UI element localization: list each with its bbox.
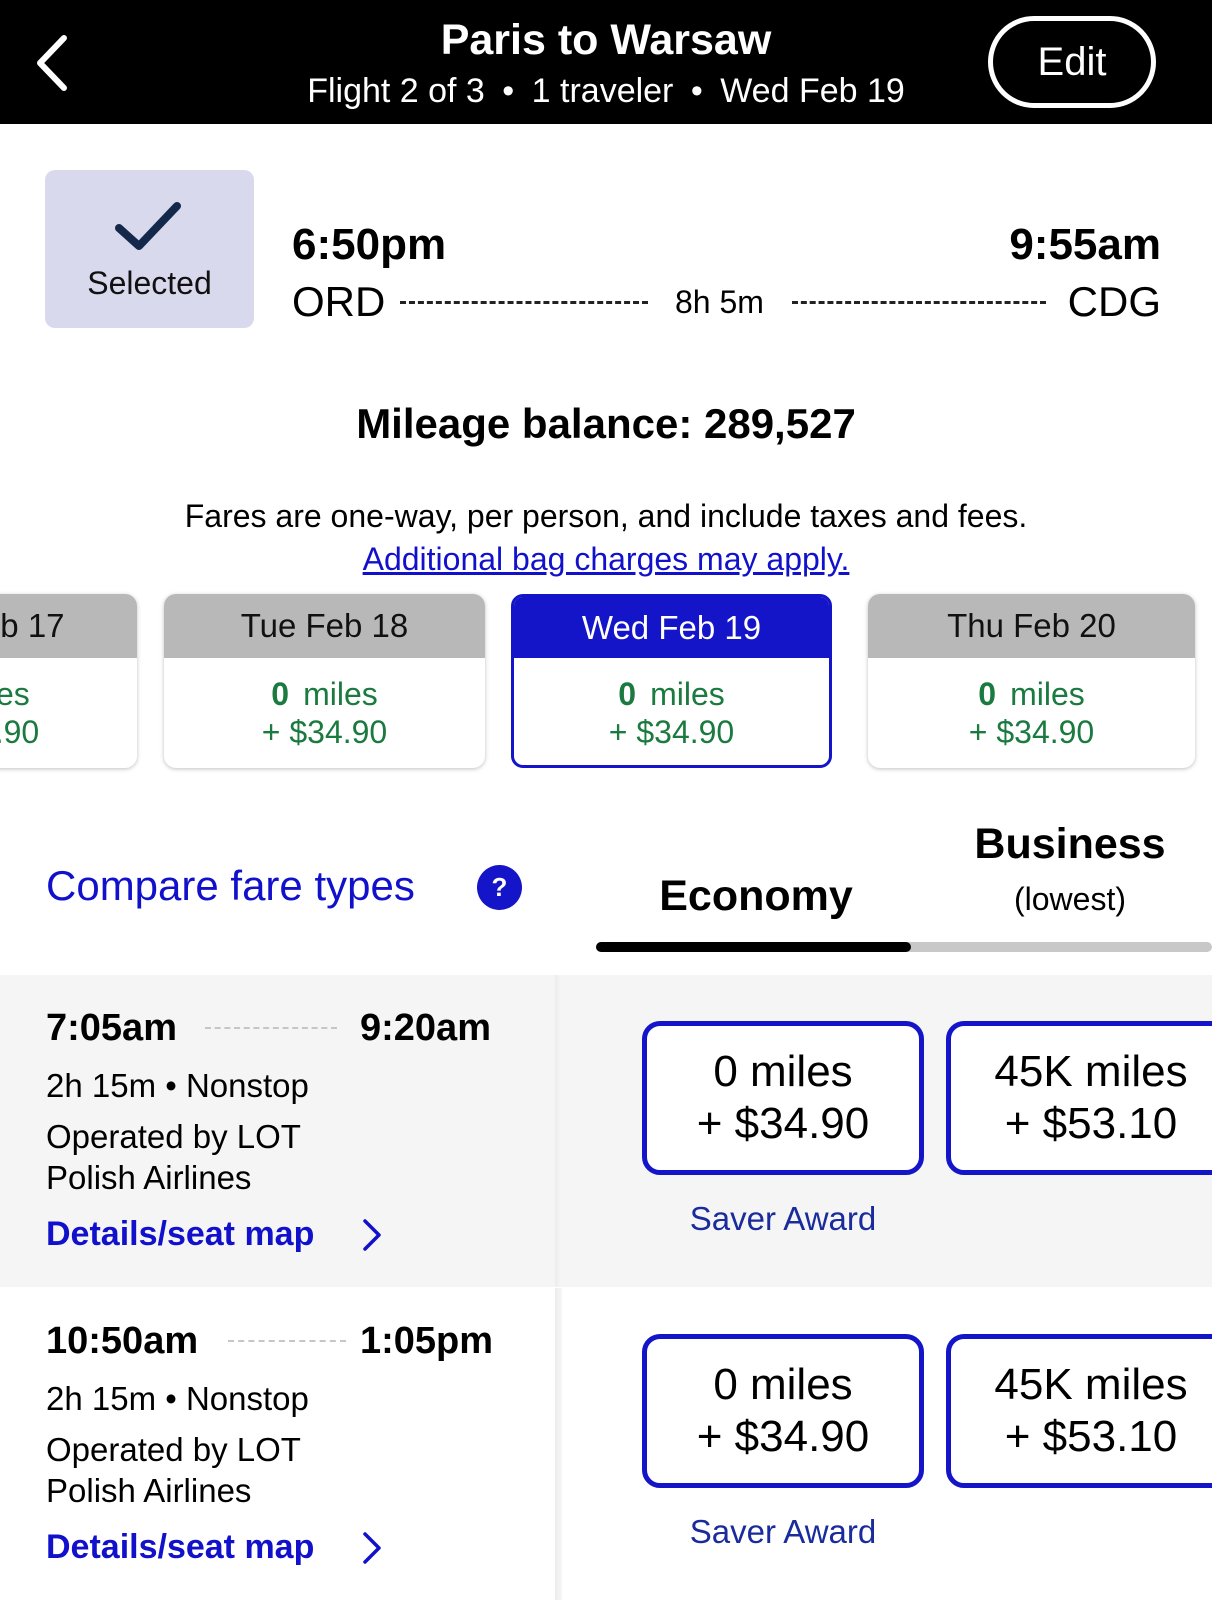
fare-miles: 45K miles xyxy=(994,1360,1188,1410)
fare-options: 0 miles + $34.90 45K miles + $53.10 Save… xyxy=(562,1288,1212,1600)
column-divider xyxy=(555,1288,562,1600)
date-card-price: + $34.90 xyxy=(608,714,735,750)
flight-index: Flight 2 of 3 xyxy=(307,72,485,110)
fare-note: Fares are one-way, per person, and inclu… xyxy=(184,498,1028,534)
selected-label: Selected xyxy=(87,265,212,301)
route-line xyxy=(205,1027,337,1029)
bag-charges-link[interactable]: Additional bag charges may apply. xyxy=(0,541,1212,578)
selected-departure-time: 6:50pm xyxy=(292,220,447,269)
business-fare-button[interactable]: 45K miles + $53.10 xyxy=(946,1334,1212,1488)
saver-award-label: Saver Award xyxy=(689,1200,877,1237)
arrival-time: 9:20am xyxy=(360,1007,491,1049)
selected-duration: 8h 5m xyxy=(675,284,764,320)
operator: Polish Airlines xyxy=(46,1472,252,1509)
departure-time: 7:05am xyxy=(46,1007,177,1049)
date-card-price: + $34.90 xyxy=(968,714,1095,750)
arrival-time: 1:05pm xyxy=(360,1320,494,1362)
edit-button[interactable]: Edit xyxy=(988,16,1156,108)
details-seat-map-link[interactable]: Details/seat map xyxy=(46,1528,314,1567)
flight-row: 7:05am 9:20am 2h 15m • Nonstop Operated … xyxy=(0,975,1212,1287)
selected-arrival-time: 9:55am xyxy=(1009,220,1161,269)
date-card[interactable]: Thu Feb 20 0 miles + $34.90 xyxy=(868,594,1195,768)
business-fare-button[interactable]: 45K miles + $53.10 xyxy=(946,1021,1212,1175)
fare-price: + $34.90 xyxy=(696,1412,870,1461)
date-card-miles: 0miles xyxy=(0,676,30,712)
top-bar: Paris to Warsaw Flight 2 of 3 • 1 travel… xyxy=(0,0,1212,124)
tab-business-title: Business xyxy=(974,820,1166,868)
departure-time: 10:50am xyxy=(46,1320,199,1362)
fare-price: + $53.10 xyxy=(1004,1099,1178,1148)
separator: • xyxy=(690,72,703,110)
fare-miles: 45K miles xyxy=(994,1047,1188,1097)
details-seat-map-link[interactable]: Details/seat map xyxy=(46,1215,314,1254)
operator: Operated by LOT xyxy=(46,1118,301,1155)
tab-active-indicator xyxy=(596,942,911,952)
flight-info: 10:50am 1:05pm 2h 15m • Nonstop Operated… xyxy=(0,1288,555,1600)
mileage-balance: Mileage balance: 289,527 xyxy=(356,400,856,447)
flight-info: 7:05am 9:20am 2h 15m • Nonstop Operated … xyxy=(0,975,555,1287)
column-divider xyxy=(555,975,562,1287)
economy-fare-button[interactable]: 0 miles + $34.90 xyxy=(642,1021,924,1175)
fare-price: + $53.10 xyxy=(1004,1412,1178,1461)
flight-row: 10:50am 1:05pm 2h 15m • Nonstop Operated… xyxy=(0,1288,1212,1600)
route-line xyxy=(228,1340,346,1342)
fare-miles: 0 miles xyxy=(713,1047,853,1097)
duration-stops: 2h 15m • Nonstop xyxy=(46,1067,309,1104)
saver-award-label: Saver Award xyxy=(689,1513,877,1550)
date-card-miles: 0miles xyxy=(271,676,378,712)
tab-business-subtitle: (lowest) xyxy=(1013,881,1126,917)
economy-fare-button[interactable]: 0 miles + $34.90 xyxy=(642,1334,924,1488)
fare-price: + $34.90 xyxy=(696,1099,870,1148)
operator: Polish Airlines xyxy=(46,1159,252,1196)
date-card-label: Mon Feb 17 xyxy=(0,594,137,658)
date-card-label: Tue Feb 18 xyxy=(164,594,485,658)
selected-badge: Selected xyxy=(45,170,254,328)
date-card-miles: 0miles xyxy=(618,676,725,712)
date-card-price: + $34.90 xyxy=(0,714,40,750)
fare-options: 0 miles + $34.90 45K miles + $53.10 Save… xyxy=(562,975,1212,1287)
date-card-label: Wed Feb 19 xyxy=(514,597,829,658)
chevron-right-icon[interactable] xyxy=(360,1530,384,1566)
tab-business[interactable]: Business (lowest) xyxy=(960,820,1180,918)
travel-date: Wed Feb 19 xyxy=(720,72,905,110)
compare-fare-types-link[interactable]: Compare fare types xyxy=(46,862,415,910)
tab-economy[interactable]: Economy xyxy=(596,872,916,921)
origin-airport: ORD xyxy=(292,278,386,325)
checkmark-icon xyxy=(115,202,181,250)
fare-miles: 0 miles xyxy=(713,1360,853,1410)
destination-airport: CDG xyxy=(1067,278,1161,325)
date-card[interactable]: Tue Feb 18 0 miles + $34.90 xyxy=(164,594,485,768)
operator: Operated by LOT xyxy=(46,1431,301,1468)
help-icon[interactable]: ? xyxy=(477,865,522,910)
date-card-selected[interactable]: Wed Feb 19 0 miles + $34.90 xyxy=(511,594,832,768)
separator: • xyxy=(502,72,515,110)
date-card[interactable]: Mon Feb 17 0miles + $34.90 xyxy=(0,594,137,768)
route-line xyxy=(400,301,648,304)
date-card-miles: 0miles xyxy=(978,676,1085,712)
date-card-price: + $34.90 xyxy=(261,714,388,750)
date-card-label: Thu Feb 20 xyxy=(868,594,1195,658)
route-line xyxy=(792,301,1046,304)
traveler-count: 1 traveler xyxy=(531,72,674,110)
chevron-right-icon[interactable] xyxy=(360,1217,384,1253)
duration-stops: 2h 15m • Nonstop xyxy=(46,1380,309,1417)
